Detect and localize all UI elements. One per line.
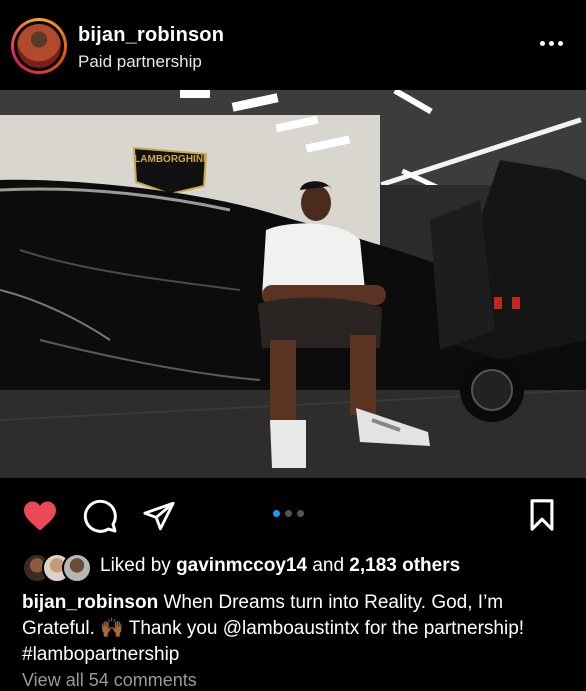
caption-emoji: 🙌🏾 [100,618,124,639]
caption-text: for the partnership! [359,618,525,639]
caption-mention[interactable]: @lamboaustintx [223,618,360,639]
paid-partnership-label[interactable]: Paid partnership [78,52,202,72]
avatar-image [17,24,61,68]
caption-author[interactable]: bijan_robinson [22,592,158,613]
carousel-dot [285,510,292,517]
more-horizontal-icon[interactable] [540,38,564,48]
carousel-indicator [273,510,304,517]
likes-row[interactable]: Liked by gavinmccoy14 and 2,183 others [22,552,582,583]
liker-username[interactable]: gavinmccoy14 [176,555,307,576]
likes-connector: and [312,555,345,576]
avatar[interactable] [11,18,67,74]
send-icon[interactable] [142,499,176,533]
heart-icon[interactable] [22,500,58,532]
likes-prefix: Liked by [100,555,171,576]
liker-avatar [62,553,92,583]
likes-count[interactable]: 2,183 others [349,555,460,576]
post-username[interactable]: bijan_robinson [78,24,224,47]
view-comments-link[interactable]: View all 54 comments [22,670,197,691]
caption-text: Thank you [123,618,223,639]
likes-text: Liked by gavinmccoy14 and 2,183 others [100,555,460,577]
photo-illustration: LAMBORGHINI [0,90,586,478]
post-header: bijan_robinson Paid partnership [0,0,586,90]
post-caption: bijan_robinson When Dreams turn into Rea… [22,590,572,668]
carousel-dot-active [273,510,280,517]
post-photo[interactable]: LAMBORGHINI [0,90,586,478]
comment-icon[interactable] [82,498,118,534]
liker-avatars [22,552,92,583]
carousel-dot [297,510,304,517]
lamborghini-sign: LAMBORGHINI [134,154,206,165]
caption-hashtag[interactable]: #lambopartnership [22,644,179,665]
post-actions-bar [0,478,586,548]
bookmark-icon[interactable] [526,498,558,532]
